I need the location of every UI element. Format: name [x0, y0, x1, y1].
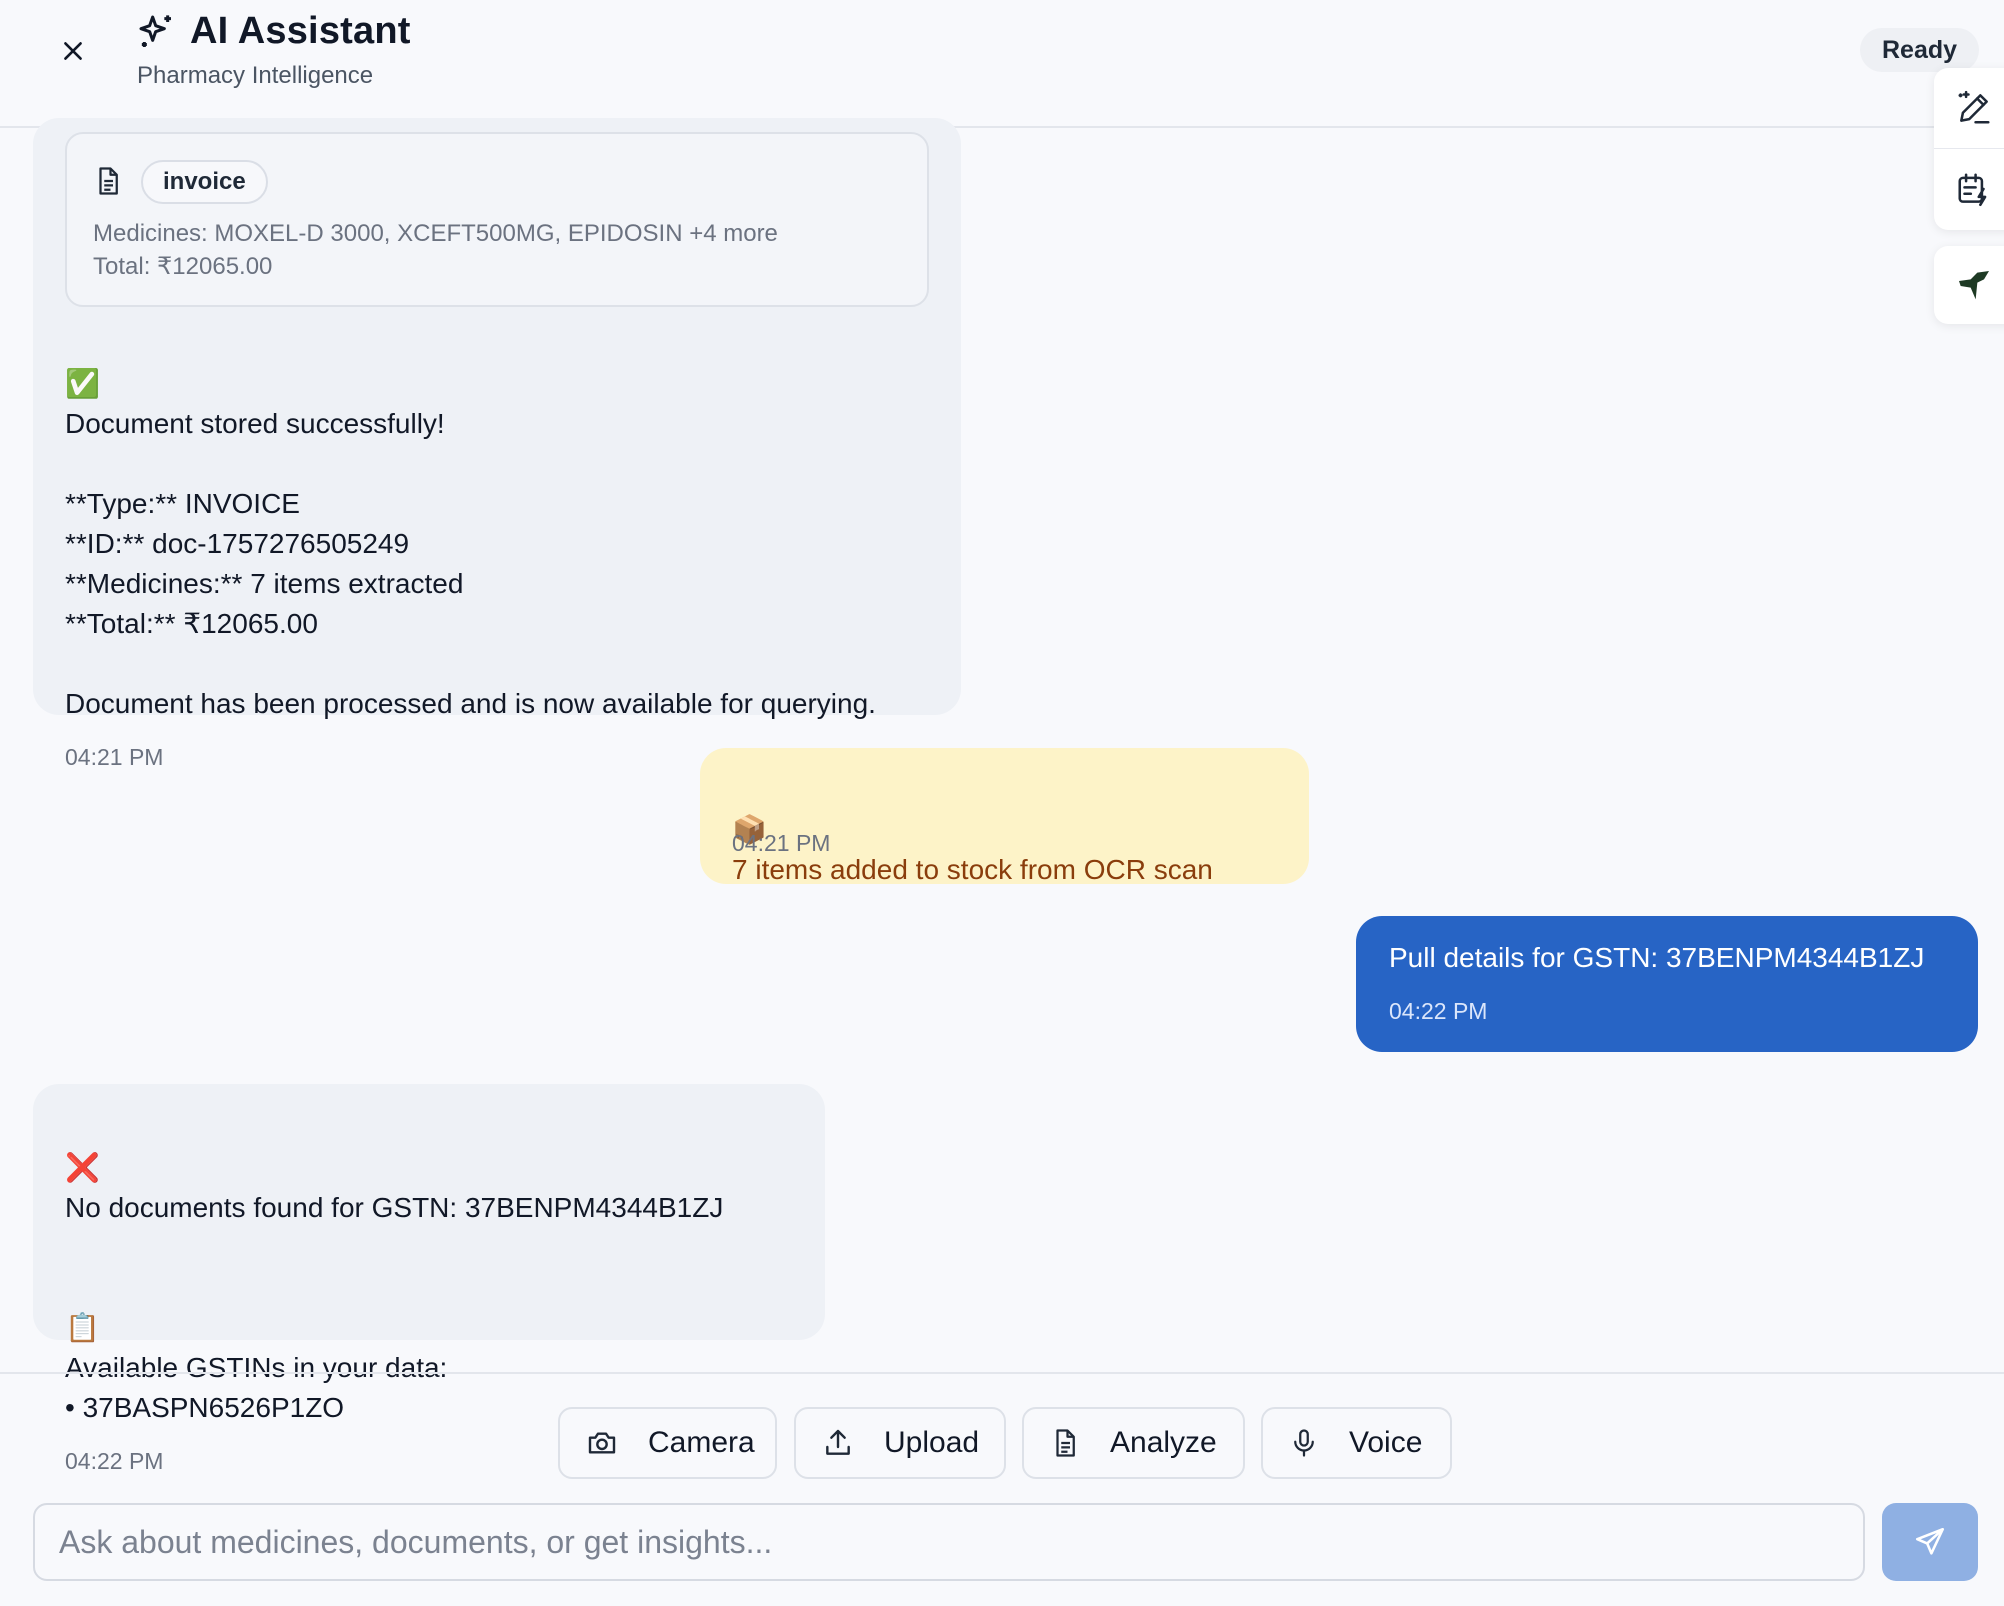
- brand-button[interactable]: [1934, 246, 2004, 326]
- user-message-text: Pull details for GSTN: 37BENPM4344B1ZJ: [1389, 942, 1925, 973]
- schedule-tool-button[interactable]: [1934, 149, 2004, 229]
- document-medicines: Medicines: MOXEL-D 3000, XCEFT500MG, EPI…: [93, 220, 778, 247]
- upload-label: Upload: [884, 1426, 980, 1459]
- stock-notice-message: 📦 7 items added to stock from OCR scan 0…: [700, 748, 1309, 885]
- available-gstins-label: 📋 Available GSTINs in your data:: [65, 1312, 448, 1383]
- status-badge: Ready: [1860, 28, 1980, 72]
- bird-logo-icon: [1959, 271, 1989, 300]
- no-docs-headline: ❌ No documents found for GSTN: 37BENPM43…: [65, 1152, 724, 1223]
- analyze-button[interactable]: Analyze: [1022, 1407, 1245, 1479]
- ai-message-body: ✅ Document stored successfully! **Type:*…: [65, 324, 945, 771]
- analyze-label: Analyze: [1110, 1426, 1217, 1459]
- page-title: AI Assistant: [190, 10, 411, 52]
- close-icon: [64, 42, 82, 60]
- cross-icon: ❌: [65, 1152, 100, 1183]
- brand-rail: [1934, 246, 2004, 324]
- doc-id-line: **ID:** doc-1757276505249: [65, 528, 410, 559]
- voice-label: Voice: [1349, 1426, 1423, 1459]
- upload-button[interactable]: Upload: [794, 1407, 1006, 1479]
- tool-rail: [1934, 68, 2004, 230]
- document-icon: [1050, 1427, 1080, 1459]
- document-total: Total: ₹12065.00: [93, 253, 273, 280]
- upload-icon: [822, 1427, 854, 1459]
- send-button[interactable]: [1882, 1503, 1978, 1581]
- compose-tool-button[interactable]: [1934, 68, 2004, 148]
- camera-label: Camera: [648, 1426, 755, 1459]
- document-icon: [99, 167, 118, 195]
- send-icon: [1915, 1527, 1945, 1555]
- chat-input[interactable]: [33, 1503, 1865, 1581]
- message-timestamp: 04:21 PM: [732, 830, 831, 856]
- composer-divider: [0, 1372, 2004, 1374]
- document-type-tag: invoice: [141, 160, 268, 204]
- camera-icon: [586, 1427, 618, 1459]
- sparkles-icon: [139, 14, 171, 47]
- message-timestamp: 04:22 PM: [1389, 998, 1488, 1024]
- camera-button[interactable]: Camera: [558, 1407, 777, 1479]
- user-message: Pull details for GSTN: 37BENPM4344B1ZJ 0…: [1356, 916, 1978, 1052]
- doc-medicines-line: **Medicines:** 7 items extracted: [65, 568, 464, 599]
- voice-button[interactable]: Voice: [1261, 1407, 1452, 1479]
- stored-headline: ✅ Document stored successfully!: [65, 368, 445, 439]
- title-row: AI Assistant: [136, 10, 411, 53]
- doc-total-line: **Total:** ₹12065.00: [65, 608, 318, 639]
- microphone-icon: [1289, 1427, 1319, 1459]
- page-subtitle: Pharmacy Intelligence: [137, 62, 374, 89]
- clipboard-icon: 📋: [65, 1312, 100, 1343]
- check-icon: ✅: [65, 368, 100, 399]
- document-card[interactable]: invoice Medicines: MOXEL-D 3000, XCEFT50…: [65, 132, 929, 307]
- doc-type-line: **Type:** INVOICE: [65, 488, 300, 519]
- doc-footer-line: Document has been processed and is now a…: [65, 688, 876, 719]
- chat-header: AI Assistant Pharmacy Intelligence Ready: [0, 0, 2004, 128]
- ai-message-no-documents: ❌ No documents found for GSTN: 37BENPM43…: [33, 1084, 825, 1474]
- close-button[interactable]: [50, 28, 96, 74]
- calendar-bolt-icon: [1958, 173, 1987, 207]
- pen-sparkle-icon: [1958, 90, 1990, 124]
